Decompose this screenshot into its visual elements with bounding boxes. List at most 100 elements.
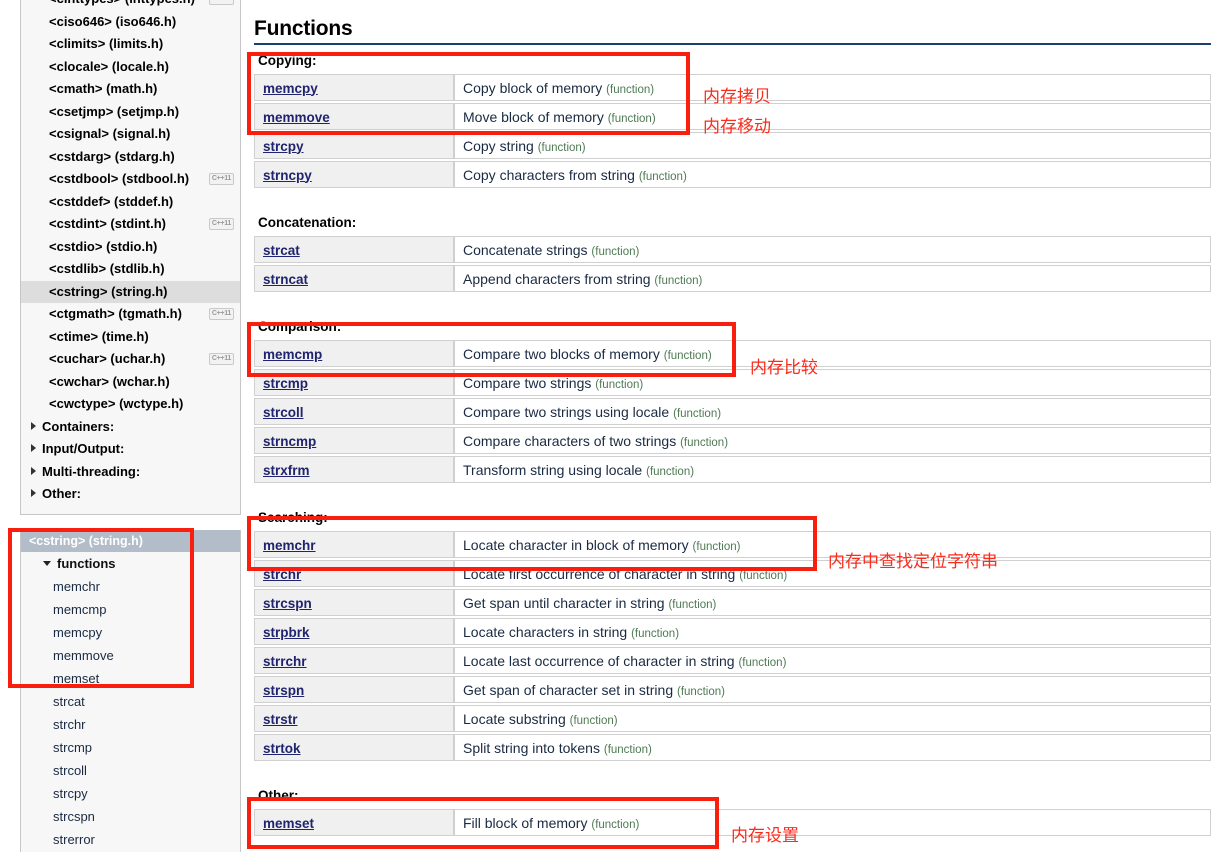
chevron-right-icon (31, 444, 36, 452)
cxx11-badge: C++11 (208, 0, 234, 5)
cstring-function-item[interactable]: strchr (21, 713, 240, 736)
function-description-cell: Copy block of memory (function) (454, 74, 1211, 101)
function-link[interactable]: strcpy (263, 139, 304, 154)
function-type-tag: (function) (607, 112, 656, 125)
function-type-tag: (function) (738, 656, 787, 669)
sidebar-header-item[interactable]: <cwchar> (wchar.h) (21, 371, 240, 394)
function-link[interactable]: strncat (263, 272, 308, 287)
sidebar-header-item[interactable]: <cstdbool> (stdbool.h) C++11 (21, 168, 240, 191)
function-link[interactable]: strspn (263, 683, 304, 698)
function-description: Move block of memory (463, 108, 604, 125)
sidebar-header-item[interactable]: <ctgmath> (tgmath.h) C++11 (21, 303, 240, 326)
section-label: Comparison: (258, 319, 342, 334)
function-type-tag: (function) (663, 349, 712, 362)
sidebar-header-item[interactable]: <cstdlib> (stdlib.h) (21, 258, 240, 281)
function-link[interactable]: memchr (263, 538, 316, 553)
function-description-cell: Concatenate strings (function) (454, 236, 1211, 263)
function-link[interactable]: strcat (263, 243, 300, 258)
function-type-tag: (function) (668, 598, 717, 611)
function-link[interactable]: strcspn (263, 596, 312, 611)
sidebar-header-label: <ctime> (time.h) (49, 328, 149, 344)
headers-tree-panel[interactable]: <cinttypes> (inttypes.h) C++11 <ciso646> (… (20, 0, 241, 515)
function-link[interactable]: strrchr (263, 654, 307, 669)
cstring-function-item[interactable]: strcat (21, 690, 240, 713)
sidebar-header-label: <ciso646> (iso646.h) (49, 13, 177, 29)
function-link[interactable]: memcmp (263, 347, 322, 362)
function-link[interactable]: strncpy (263, 168, 312, 183)
sidebar-header-item[interactable]: <cwctype> (wctype.h) (21, 393, 240, 416)
cstring-panel[interactable]: <cstring> (string.h) functions memchr mem… (20, 530, 241, 852)
section-label: Other: (258, 788, 299, 803)
function-description: Split string into tokens (463, 739, 600, 756)
function-description-cell: Get span of character set in string (fun… (454, 676, 1211, 703)
chevron-right-icon (31, 421, 36, 430)
function-description-cell: Compare two strings (function) (454, 369, 1211, 396)
sidebar-group-item[interactable]: Multi-threading: (21, 461, 240, 484)
cstring-function-item[interactable]: strcspn (21, 805, 240, 828)
cstring-functions-group[interactable]: functions (21, 552, 240, 575)
sidebar-header-item[interactable]: <cstring> (string.h) (21, 280, 240, 303)
sidebar-header-item[interactable]: <csetjmp> (setjmp.h) (21, 101, 240, 124)
function-link[interactable]: strstr (263, 712, 298, 727)
sidebar-group-item[interactable]: Containers: (21, 416, 240, 439)
sidebar-group-item[interactable]: Other: (21, 483, 240, 506)
annotation-memcpy: 内存拷贝 (703, 87, 771, 107)
function-link[interactable]: strcoll (263, 405, 304, 420)
sidebar-header-item[interactable]: <climits> (limits.h) (21, 33, 240, 56)
function-description-cell: Transform string using locale (function) (454, 456, 1211, 483)
sidebar-group-label: Input/Output: (42, 441, 125, 456)
function-link[interactable]: memmove (263, 110, 330, 125)
cstring-function-item[interactable]: strcmp (21, 736, 240, 759)
sidebar-header-label: <cstdint> (stdint.h) (49, 216, 166, 231)
cstring-function-item[interactable]: memcmp (21, 598, 240, 621)
function-link[interactable]: memset (263, 816, 314, 831)
cstring-function-item[interactable]: memset (21, 667, 240, 690)
cstring-function-item[interactable]: memcpy (21, 621, 240, 644)
function-description-cell: Locate characters in string (function) (454, 618, 1211, 645)
function-link[interactable]: strchr (263, 567, 301, 582)
sidebar-header-item[interactable]: <cstdarg> (stdarg.h) (21, 146, 240, 169)
function-link[interactable]: strtok (263, 741, 301, 756)
cstring-function-item[interactable]: memchr (21, 575, 240, 598)
function-link[interactable]: memcpy (263, 81, 318, 96)
sidebar-group-item[interactable]: Input/Output: (21, 438, 240, 461)
cstring-function-item[interactable]: strerror (21, 828, 240, 851)
sidebar-header-item[interactable]: <cstddef> (stddef.h) (21, 191, 240, 214)
sidebar-header-item[interactable]: <ctime> (time.h) (21, 326, 240, 349)
sidebar-header-item[interactable]: <ciso646> (iso646.h) (21, 11, 240, 34)
sidebar-header-label: <cstdio> (stdio.h) (49, 238, 158, 254)
function-description-cell: Move block of memory (function) (454, 103, 1211, 130)
function-link[interactable]: strpbrk (263, 625, 310, 640)
cstring-function-item[interactable]: memmove (21, 644, 240, 667)
function-type-tag: (function) (537, 141, 586, 154)
sidebar-header-label: <cinttypes> (inttypes.h) (49, 0, 195, 6)
function-name-cell: strstr (254, 705, 454, 732)
function-description-cell: Append characters from string (function) (454, 265, 1211, 292)
function-description-cell: Locate last occurrence of character in s… (454, 647, 1211, 674)
sidebar-header-item[interactable]: <cinttypes> (inttypes.h) C++11 (21, 0, 240, 11)
function-link[interactable]: strncmp (263, 434, 316, 449)
section-label: Concatenation: (258, 215, 357, 230)
function-table: strcat Concatenate strings (function) strn… (254, 234, 1211, 294)
cstring-function-item[interactable]: strcpy (21, 782, 240, 805)
sidebar-header-item[interactable]: <cuchar> (uchar.h) C++11 (21, 348, 240, 371)
function-name-cell: strcspn (254, 589, 454, 616)
sidebar-header-label: <cwchar> (wchar.h) (49, 373, 170, 389)
section-label-text: Copying (258, 53, 312, 68)
sidebar-header-item[interactable]: <cmath> (math.h) (21, 78, 240, 101)
sidebar-header-item[interactable]: <csignal> (signal.h) (21, 123, 240, 146)
sidebar-header-item[interactable]: <cstdio> (stdio.h) (21, 236, 240, 259)
function-link[interactable]: strxfrm (263, 463, 310, 478)
cstring-function-item[interactable]: strcoll (21, 759, 240, 782)
sidebar-header-label: <cstdlib> (stdlib.h) (49, 261, 165, 276)
sidebar-header-item[interactable]: <clocale> (locale.h) (21, 56, 240, 79)
sidebar-group-label: Multi-threading: (42, 463, 141, 479)
headers-list: <cinttypes> (inttypes.h) C++11 <ciso646> (… (21, 0, 240, 416)
sidebar-header-label: <cstring> (string.h) (49, 283, 168, 299)
function-description: Compare two blocks of memory (463, 345, 660, 362)
sidebar-header-item[interactable]: <cstdint> (stdint.h) C++11 (21, 213, 240, 236)
section-label: Searching: (258, 510, 328, 525)
function-link[interactable]: strcmp (263, 376, 308, 391)
